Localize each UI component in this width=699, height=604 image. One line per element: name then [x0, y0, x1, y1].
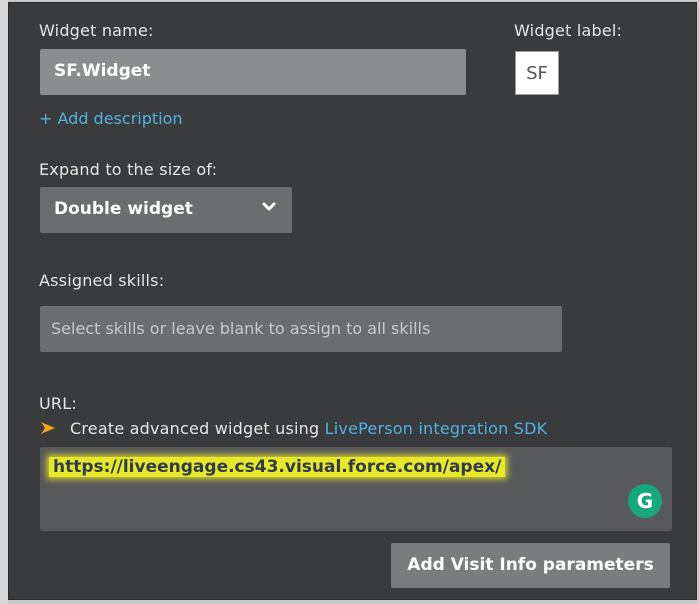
widget-name-input[interactable]: SF.Widget	[40, 49, 466, 95]
chevron-down-icon	[262, 202, 276, 211]
url-hint-text: Create advanced widget using	[70, 419, 320, 438]
arrow-right-icon	[41, 422, 55, 434]
url-label: URL:	[39, 394, 77, 413]
widget-name-label: Widget name:	[39, 21, 154, 40]
add-visit-info-label: Add Visit Info parameters	[407, 555, 654, 575]
expand-size-select[interactable]: Double widget	[40, 187, 292, 233]
skills-input[interactable]: Select skills or leave blank to assign t…	[40, 306, 562, 352]
add-description-link[interactable]: + Add description	[39, 109, 183, 128]
url-value: https://liveengage.cs43.visual.force.com…	[49, 457, 506, 477]
expand-size-value: Double widget	[54, 199, 193, 219]
grammarly-glyph: G	[636, 489, 654, 513]
left-edge-strip	[0, 0, 8, 604]
grammarly-icon[interactable]: G	[628, 484, 662, 518]
skills-placeholder: Select skills or leave blank to assign t…	[51, 319, 431, 338]
sdk-link[interactable]: LivePerson integration SDK	[325, 419, 548, 438]
widget-settings-panel: Widget name: SF.Widget Widget label: SF …	[8, 2, 697, 600]
widget-label-value: SF	[526, 63, 548, 84]
url-hint: Create advanced widget using LivePerson …	[70, 419, 547, 438]
widget-label-input[interactable]: SF	[515, 51, 559, 95]
url-textarea[interactable]: https://liveengage.cs43.visual.force.com…	[40, 447, 672, 531]
widget-name-value: SF.Widget	[54, 61, 151, 81]
expand-size-label: Expand to the size of:	[39, 160, 218, 179]
add-visit-info-button[interactable]: Add Visit Info parameters	[391, 543, 670, 588]
widget-label-title: Widget label:	[514, 21, 623, 40]
assigned-skills-label: Assigned skills:	[39, 271, 165, 290]
